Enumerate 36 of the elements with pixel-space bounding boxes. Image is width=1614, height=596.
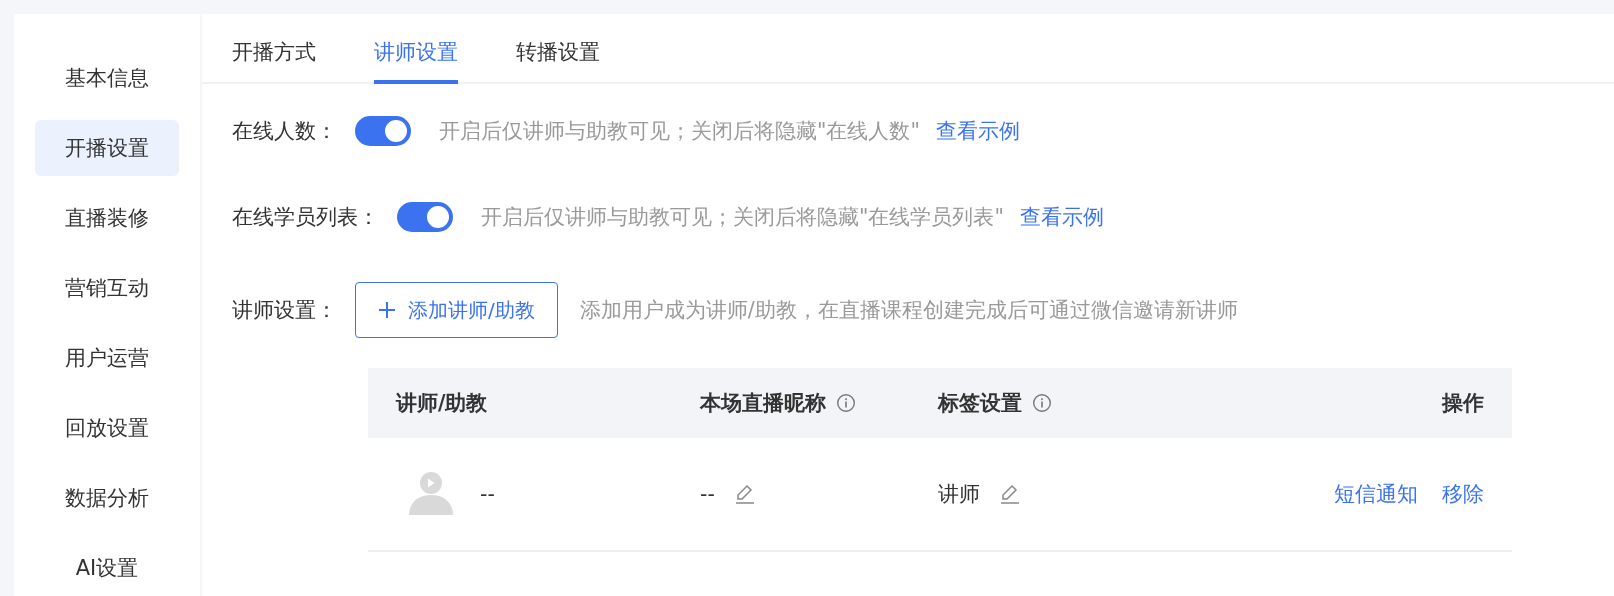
setting-hint: 开启后仅讲师与助教可见；关闭后将隐藏"在线人数" <box>439 118 920 145</box>
setting-hint: 添加用户成为讲师/助教，在直播课程创建完成后可通过微信邀请新讲师 <box>579 297 1238 324</box>
tab[interactable]: 开播方式 <box>232 38 316 84</box>
sidebar-item[interactable]: 开播设置 <box>35 120 179 176</box>
edit-icon[interactable] <box>998 482 1022 506</box>
tab[interactable]: 转播设置 <box>516 38 600 84</box>
action-link[interactable]: 短信通知 <box>1334 480 1418 508</box>
toggle-switch[interactable] <box>355 116 411 146</box>
column-header: 标签设置 <box>938 390 1022 417</box>
table-cell: -- <box>480 482 495 506</box>
avatar-icon <box>408 471 454 517</box>
example-link[interactable]: 查看示例 <box>1019 203 1104 231</box>
sidebar-item[interactable]: AI设置 <box>35 540 179 596</box>
setting-hint: 开启后仅讲师与助教可见；关闭后将隐藏"在线学员列表" <box>481 204 1004 231</box>
example-link[interactable]: 查看示例 <box>935 117 1020 145</box>
table-cell: -- <box>700 482 715 506</box>
sidebar-item[interactable]: 直播装修 <box>35 190 179 246</box>
setting-label: 在线人数： <box>232 118 337 145</box>
sidebar-item[interactable]: 基本信息 <box>35 50 179 106</box>
sidebar-item[interactable]: 回放设置 <box>35 400 179 456</box>
sidebar-item[interactable]: 用户运营 <box>35 330 179 386</box>
sidebar-item[interactable]: 营销互动 <box>35 260 179 316</box>
column-header: 讲师/助教 <box>396 390 488 417</box>
add-teacher-button[interactable]: 添加讲师/助教 <box>355 282 558 338</box>
setting-label: 讲师设置： <box>232 297 337 324</box>
plus-icon <box>378 301 396 319</box>
setting-label: 在线学员列表： <box>232 204 379 231</box>
tab[interactable]: 讲师设置 <box>374 38 458 84</box>
table-cell-text: 讲师 <box>938 481 980 508</box>
info-icon[interactable] <box>1032 393 1052 413</box>
toggle-switch[interactable] <box>397 202 453 232</box>
info-icon[interactable] <box>836 393 856 413</box>
sidebar-item[interactable]: 数据分析 <box>35 470 179 526</box>
column-header: 操作 <box>1442 390 1484 417</box>
column-header: 本场直播昵称 <box>700 390 826 417</box>
action-link[interactable]: 移除 <box>1442 480 1484 508</box>
